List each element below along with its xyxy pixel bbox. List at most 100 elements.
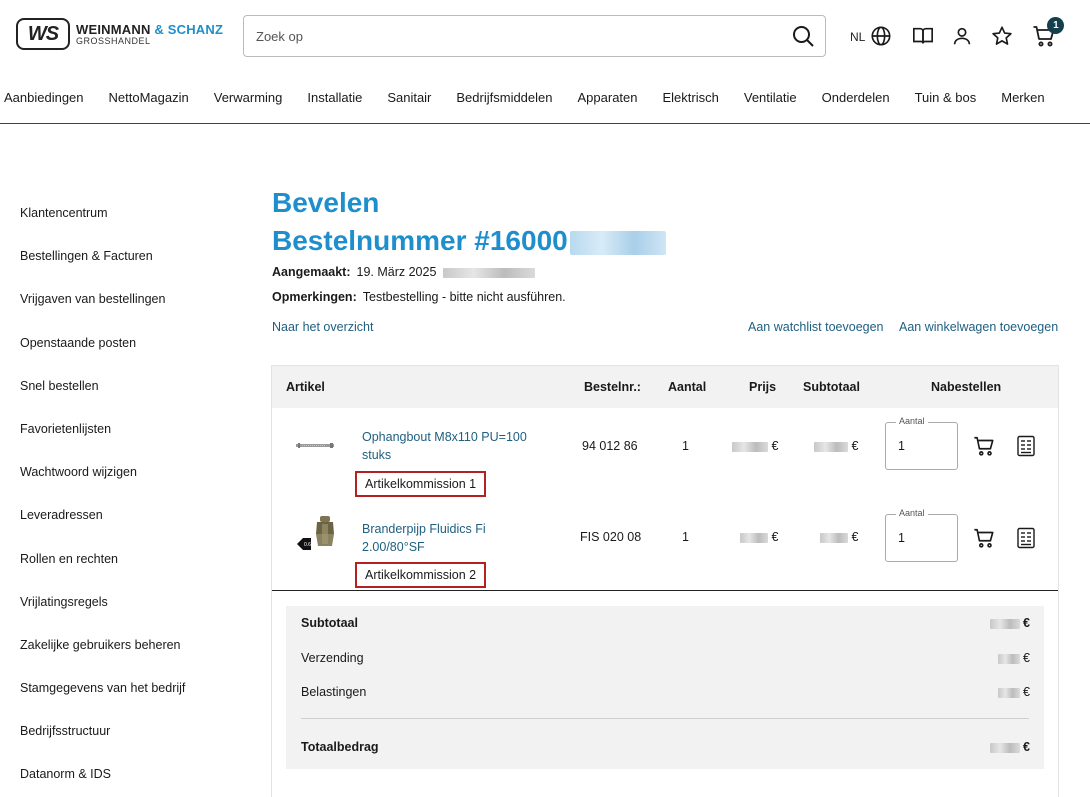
add-to-list-button[interactable]	[1014, 526, 1038, 550]
sidebar-item-vrijgaven[interactable]: Vrijgaven van bestellingen	[20, 291, 185, 334]
brand-logo[interactable]: WS WEINMANN & SCHANZ GROSSHANDEL	[16, 18, 223, 50]
nav-item-elektrisch[interactable]: Elektrisch	[663, 90, 719, 105]
total-label: Totaalbedrag	[301, 740, 379, 754]
cart-count-badge: 1	[1047, 17, 1065, 34]
order-number-cell: 94 012 86	[582, 439, 638, 453]
logo-mark: WS	[16, 18, 70, 50]
redacted-order-number	[569, 230, 666, 255]
created-value: 19. März 2025	[356, 265, 437, 279]
quantity-field-label: Aantal	[896, 508, 928, 518]
reorder-quantity-input[interactable]	[898, 439, 958, 453]
redacted-subtotal	[814, 441, 848, 452]
sidebar-item-bestellingen-facturen[interactable]: Bestellingen & Facturen	[20, 248, 185, 291]
language-code[interactable]: NL	[850, 30, 865, 44]
header-reorder: Nabestellen	[931, 380, 1002, 394]
nav-item-nettomagazin[interactable]: NettoMagazin	[109, 90, 189, 105]
user-icon	[954, 27, 971, 45]
product-name-link[interactable]: Branderpijp Fluidics Fi 2.00/80°SF	[362, 520, 542, 556]
favorites-button[interactable]	[990, 24, 1014, 48]
nav-item-aanbiedingen[interactable]: Aanbiedingen	[4, 90, 84, 105]
redacted-price	[740, 532, 768, 543]
sidebar-item-snel-bestellen[interactable]: Snel bestellen	[20, 378, 185, 421]
product-name-link[interactable]: Ophangbout M8x110 PU=100 stuks	[362, 428, 542, 464]
cart-icon	[974, 436, 994, 456]
table-row: 0.60 Branderpijp Fluidics Fi 2.00/80°SF …	[272, 504, 1058, 596]
product-image-bolt	[296, 443, 334, 448]
sidebar-item-vrijlatingsregels[interactable]: Vrijlatingsregels	[20, 594, 185, 637]
sidebar-item-favorietenlijsten[interactable]: Favorietenlijsten	[20, 421, 185, 464]
shipping-label: Verzending	[301, 651, 364, 665]
nav-item-merken[interactable]: Merken	[1001, 90, 1044, 105]
add-to-watchlist-link[interactable]: Aan watchlist toevoegen	[748, 320, 884, 334]
created-label: Aangemaakt:	[272, 265, 351, 279]
cart-button[interactable]: 1	[1032, 17, 1065, 48]
redacted-price	[732, 441, 768, 452]
sidebar-item-datanorm[interactable]: Datanorm & IDS	[20, 766, 185, 797]
sidebar-item-rollen-rechten[interactable]: Rollen en rechten	[20, 551, 185, 594]
add-to-cart-link[interactable]: Aan winkelwagen toevoegen	[899, 320, 1058, 334]
nav-item-sanitair[interactable]: Sanitair	[387, 90, 431, 105]
header-qty: Aantal	[668, 380, 707, 394]
header-subtotal: Subtotaal	[803, 380, 860, 394]
article-commission-label: Artikelkommission 1	[355, 471, 487, 497]
logo-name-accent: & SCHANZ	[154, 21, 224, 37]
taxes-currency: €	[1023, 685, 1030, 699]
add-to-list-button[interactable]	[1014, 434, 1038, 458]
sidebar-item-zakelijke-gebruikers[interactable]: Zakelijke gebruikers beheren	[20, 637, 185, 680]
remarks-value: Testbestelling - bitte nicht ausführen.	[362, 290, 566, 304]
site-header: WS WEINMANN & SCHANZ GROSSHANDEL NL 1	[0, 0, 1090, 124]
header-article: Artikel	[286, 380, 325, 394]
search-input[interactable]	[244, 16, 781, 56]
header-actions: NL 1	[850, 17, 1065, 48]
nav-item-tuin-bos[interactable]: Tuin & bos	[915, 90, 977, 105]
redacted-taxes	[997, 687, 1020, 698]
reorder-add-to-cart-button[interactable]	[972, 434, 996, 458]
totals-separator	[301, 718, 1029, 719]
price-cell: €	[740, 530, 778, 544]
subtotal-label: Subtotaal	[301, 616, 358, 630]
header-ordernr: Bestelnr.:	[584, 380, 641, 394]
article-commission-label: Artikelkommission 2	[355, 562, 487, 588]
globe-icon	[871, 26, 891, 46]
logo-text: WEINMANN & SCHANZ GROSSHANDEL	[76, 23, 223, 46]
sidebar-item-openstaande-posten[interactable]: Openstaande posten	[20, 335, 185, 378]
reorder-add-to-cart-button[interactable]	[972, 526, 996, 550]
back-to-overview-link[interactable]: Naar het overzicht	[272, 320, 373, 334]
sidebar-item-wachtwoord[interactable]: Wachtwoord wijzigen	[20, 464, 185, 507]
shipping-currency: €	[1023, 651, 1030, 665]
product-image-nozzle: 0.60	[297, 516, 334, 550]
sidebar-item-klantencentrum[interactable]: Klantencentrum	[20, 205, 185, 248]
nav-item-ventilatie[interactable]: Ventilatie	[744, 90, 797, 105]
reorder-quantity-field: Aantal	[885, 416, 958, 470]
list-icon	[1017, 527, 1035, 549]
remarks-label: Opmerkingen:	[272, 290, 357, 304]
sidebar-item-bedrijfsstructuur[interactable]: Bedrijfsstructuur	[20, 723, 185, 766]
account-button[interactable]	[950, 24, 974, 48]
language-button[interactable]	[869, 24, 893, 48]
remarks-row: Opmerkingen: Testbestelling - bitte nicht…	[272, 290, 566, 304]
nav-item-installatie[interactable]: Installatie	[307, 90, 362, 105]
search-button[interactable]	[781, 16, 825, 56]
nav-item-onderdelen[interactable]: Onderdelen	[822, 90, 890, 105]
cart-icon	[974, 528, 994, 548]
reorder-quantity-field: Aantal	[885, 508, 958, 562]
price-currency: €	[771, 530, 779, 544]
subtotal-currency: €	[851, 439, 859, 453]
redacted-total	[989, 742, 1020, 753]
quantity-cell: 1	[682, 439, 689, 453]
order-number: Bestelnummer #16000	[272, 225, 666, 257]
reorder-quantity-input[interactable]	[898, 531, 958, 545]
subtotal-currency: €	[851, 530, 859, 544]
total-currency: €	[1023, 740, 1030, 754]
nav-item-apparaten[interactable]: Apparaten	[578, 90, 638, 105]
redacted-subtotal-total	[989, 618, 1020, 629]
account-sidebar: Klantencentrum Bestellingen & Facturen V…	[20, 205, 185, 797]
catalog-button[interactable]	[911, 24, 935, 48]
subtotal-value: €	[989, 616, 1030, 630]
nav-item-verwarming[interactable]: Verwarming	[214, 90, 283, 105]
main-navigation: Aanbiedingen NettoMagazin Verwarming Ins…	[4, 90, 1070, 105]
sidebar-item-leveradressen[interactable]: Leveradressen	[20, 507, 185, 550]
nav-item-bedrijfsmiddelen[interactable]: Bedrijfsmiddelen	[456, 90, 552, 105]
logo-name: WEINMANN	[76, 21, 151, 37]
sidebar-item-stamgegevens[interactable]: Stamgegevens van het bedrijf	[20, 680, 185, 723]
